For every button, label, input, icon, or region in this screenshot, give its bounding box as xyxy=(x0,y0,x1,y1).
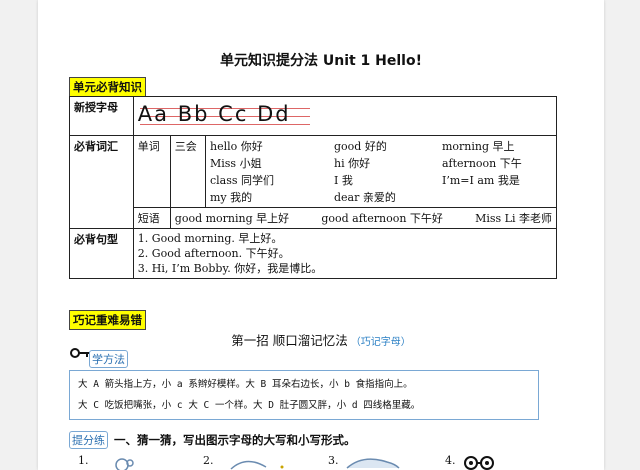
vocab-word: my 我的 xyxy=(210,191,253,204)
vocab-words: hello 你好 good 好的 morning 早上 Miss 小姐 hi 你… xyxy=(205,135,557,208)
vocab-word: Miss 小姐 xyxy=(210,157,262,170)
vocab-word: I’m=I am 我是 xyxy=(442,174,520,187)
sentence-list: 1. Good morning. 早上好。 2. Good afternoon.… xyxy=(132,228,558,279)
letter-pair: Cc xyxy=(218,102,249,126)
mnemonic-box: 大 A 箭头指上方，小 a 系辫好模样。大 B 耳朵右边长，小 b 食指指向上。… xyxy=(69,370,539,420)
sentence-item: 3. Hi, I’m Bobby. 你好，我是博比。 xyxy=(137,262,323,275)
exercise-number: 3. xyxy=(328,454,339,467)
sentence-label: 必背句型 xyxy=(69,228,134,279)
vocab-word: good 好的 xyxy=(334,140,387,153)
glasses-icon xyxy=(464,456,494,470)
handwriting-letters: Aa Bb Cc Dd xyxy=(132,96,558,136)
vocab-word: afternoon 下午 xyxy=(442,157,522,170)
document-title: 单元知识提分法 Unit 1 Hello! xyxy=(219,53,422,69)
exercise-number: 1. xyxy=(78,454,89,467)
section-tag-must-know: 单元必背知识 xyxy=(69,77,146,97)
phrase-item: good morning 早上好 xyxy=(174,212,290,225)
vocab-row: 必背词汇 单词 三会 hello 你好 good 好的 morning 早上 M… xyxy=(69,135,557,229)
vocab-label: 必背词汇 xyxy=(69,135,134,229)
phrase-item: Miss Li 李老师 xyxy=(475,212,552,225)
exercise-title: 一、猜一猜，写出图示字母的大写和小写形式。 xyxy=(114,433,356,447)
section-tag-tips: 巧记重难易错 xyxy=(69,310,146,330)
learn-method-label: 学方法 xyxy=(89,350,128,368)
picture-clue-icon xyxy=(115,458,134,470)
mnemonic-line: 大 A 箭头指上方，小 a 系辫好模样。大 B 耳朵右边长，小 b 食指指向上。 xyxy=(78,379,413,390)
sentence-row: 必背句型 1. Good morning. 早上好。 2. Good after… xyxy=(69,228,558,279)
practice-label: 提分练 xyxy=(69,431,108,449)
sentence-item: 2. Good afternoon. 下午好。 xyxy=(137,247,290,260)
knowledge-table: 新授字母 Aa Bb Cc Dd 必背词汇 单词 三会 hello 你好 goo… xyxy=(69,96,558,279)
document-page: 单元知识提分法 Unit 1 Hello! 单元必背知识 新授字母 Aa Bb … xyxy=(38,0,604,470)
exercise-number: 4. xyxy=(445,454,456,467)
vocab-word: class 同学们 xyxy=(210,174,275,187)
exercise-number: 2. xyxy=(203,454,214,467)
vocab-word: hello 你好 xyxy=(210,140,263,153)
vocab-word xyxy=(442,189,552,205)
picture-clue-icon xyxy=(346,458,400,469)
letter-pair: Bb xyxy=(177,102,210,126)
letters-label: 新授字母 xyxy=(69,96,134,136)
sentence-item: 1. Good morning. 早上好。 xyxy=(137,232,283,245)
picture-clue-icon xyxy=(230,460,284,470)
vocab-word: I 我 xyxy=(334,174,353,187)
vocab-sub-word: 单词 xyxy=(132,135,171,208)
letters-row: 新授字母 Aa Bb Cc Dd xyxy=(69,96,558,136)
mnemonic-line: 大 C 吃饭把嘴张，小 c 大 C 一个样。大 D 肚子圆又胖，小 d 四线格里… xyxy=(78,400,421,411)
phrase-list: good morning 早上好 good afternoon 下午好 Miss… xyxy=(169,207,558,229)
phrase-row: 短语 good morning 早上好 good afternoon 下午好 M… xyxy=(70,207,558,229)
phrase-label: 短语 xyxy=(132,207,171,229)
letter-pair: Dd xyxy=(257,102,291,126)
vocab-word: hi 你好 xyxy=(334,157,371,170)
method-section-title: 第一招 顺口溜记忆法 （巧记字母） xyxy=(231,333,411,348)
phrase-item: good afternoon 下午好 xyxy=(321,212,443,225)
vocab-word: dear 亲爱的 xyxy=(334,191,396,204)
vocab-sub-level: 三会 xyxy=(169,135,207,208)
method-section-subtitle: （巧记字母） xyxy=(350,337,411,348)
vocab-word: morning 早上 xyxy=(442,140,515,153)
letter-pair: Aa xyxy=(137,102,170,126)
